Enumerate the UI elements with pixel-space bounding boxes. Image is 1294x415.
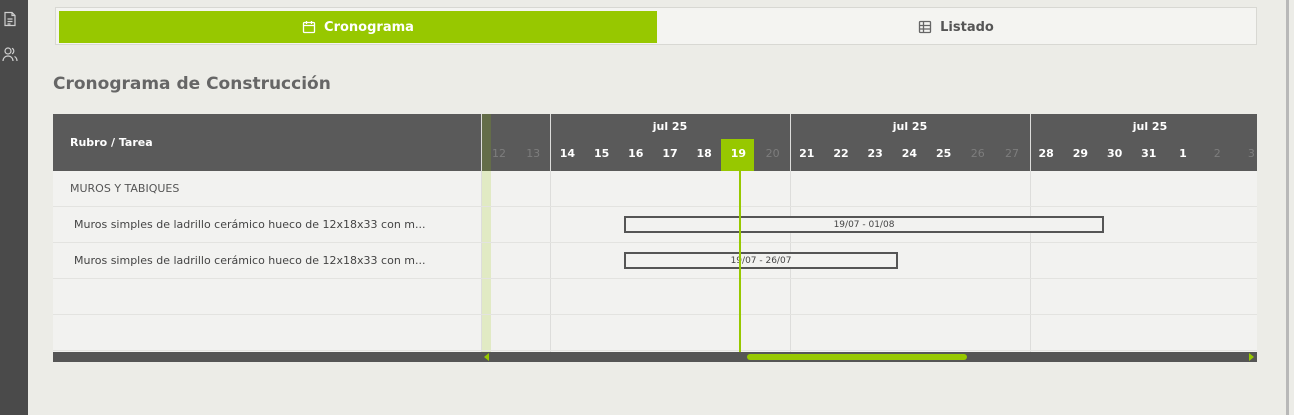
day-label: 12 — [492, 147, 506, 160]
month-label: jul 25 — [892, 120, 928, 133]
day-label: 3 — [1247, 147, 1255, 160]
scroll-right-arrow-icon[interactable] — [1249, 353, 1254, 361]
day-label: 24 — [901, 147, 918, 160]
day-label: 27 — [1005, 147, 1019, 160]
day-label: 26 — [970, 147, 985, 160]
task-label: Muros simples de ladrillo cerámico hueco… — [74, 254, 426, 267]
horizontal-scrollbar[interactable] — [53, 352, 1257, 362]
view-tabs: Cronograma Listado — [55, 7, 1257, 45]
scroll-left-arrow-icon[interactable] — [484, 353, 489, 361]
tab-listado[interactable]: Listado — [657, 11, 1255, 43]
group-row[interactable]: MUROS Y TABIQUES — [53, 171, 1257, 207]
day-label: 2 — [1213, 147, 1221, 160]
month-label: jul 25 — [652, 120, 688, 133]
task-row[interactable]: Muros simples de ladrillo cerámico hueco… — [53, 207, 1257, 243]
scrollbar-thumb[interactable] — [747, 354, 967, 360]
day-label: 21 — [799, 147, 815, 160]
task-bar-range: 19/07 - 01/08 — [833, 219, 895, 230]
right-scroll-edge — [1286, 0, 1294, 415]
day-label: 14 — [559, 147, 576, 160]
sidebar — [0, 0, 28, 415]
day-label: 25 — [935, 147, 952, 160]
task-bar[interactable]: 19/07 - 01/08 — [624, 216, 1104, 233]
day-label: 20 — [765, 147, 780, 160]
users-icon[interactable] — [2, 46, 18, 62]
tab-cronograma[interactable]: Cronograma — [59, 11, 657, 43]
day-label: 29 — [1072, 147, 1089, 160]
task-label: Muros simples de ladrillo cerámico hueco… — [74, 218, 426, 231]
day-label: 31 — [1141, 147, 1157, 160]
day-label: 19 — [730, 147, 747, 160]
day-label: 22 — [833, 147, 849, 160]
day-label: 1 — [1179, 147, 1187, 160]
day-label: 13 — [526, 147, 541, 160]
tab-cronograma-label: Cronograma — [324, 19, 414, 35]
task-column-header: Rubro / Tarea — [53, 114, 481, 171]
gantt-chart: Rubro / Tarea jul 25 jul 25 jul 25 12 13 1… — [53, 114, 1257, 362]
day-label: 17 — [662, 147, 678, 160]
document-icon[interactable] — [2, 11, 18, 27]
today-line — [739, 171, 741, 352]
task-row[interactable]: Muros simples de ladrillo cerámico hueco… — [53, 243, 1257, 279]
group-label: MUROS Y TABIQUES — [70, 182, 180, 195]
empty-row — [53, 315, 1257, 351]
day-label: 16 — [628, 147, 644, 160]
calendar-icon — [302, 21, 316, 34]
page-title: Cronograma de Construcción — [53, 74, 331, 94]
day-label: 15 — [593, 147, 610, 160]
day-label: 30 — [1106, 147, 1123, 160]
day-label: 28 — [1038, 147, 1054, 160]
task-bar[interactable]: 19/07 - 26/07 — [624, 252, 898, 269]
day-label: 23 — [867, 147, 883, 160]
day-label: 18 — [696, 147, 712, 160]
table-icon — [918, 20, 932, 34]
tab-listado-label: Listado — [940, 19, 994, 35]
empty-row — [53, 279, 1257, 315]
month-label: jul 25 — [1132, 120, 1168, 133]
